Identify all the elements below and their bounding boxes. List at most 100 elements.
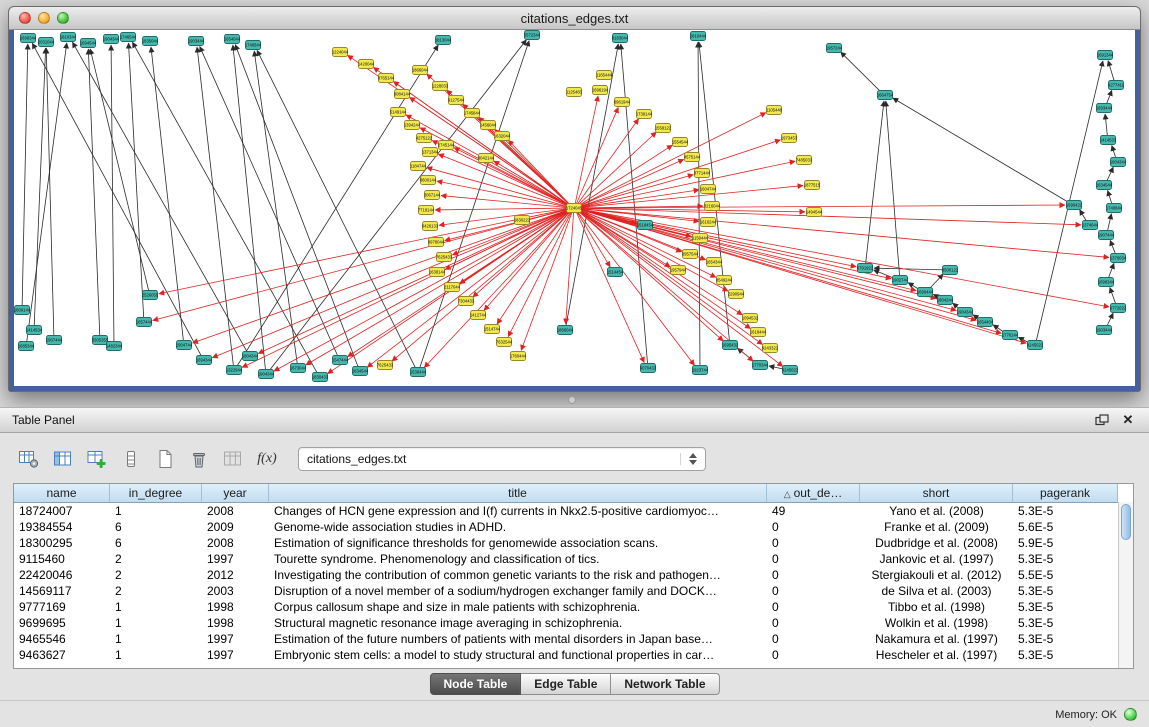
graph-node[interactable]: 1904744: [176, 341, 193, 350]
graph-node[interactable]: 1412744: [470, 311, 487, 320]
table-row[interactable]: 1456911722003Disruption of a novel membe…: [14, 583, 1133, 599]
graph-node[interactable]: 1696194: [592, 86, 609, 95]
graph-node[interactable]: 1618444: [750, 328, 767, 337]
graph-node[interactable]: 1394244: [404, 121, 421, 130]
graph-node[interactable]: 1866044: [557, 326, 574, 335]
table-options-button[interactable]: [16, 447, 42, 471]
graph-node[interactable]: 1813044: [435, 36, 452, 45]
table-row[interactable]: 1830029562008Estimation of significance …: [14, 535, 1133, 551]
graph-node[interactable]: 1322944: [226, 366, 243, 375]
table-row[interactable]: 911546021997Tourette syndrome. Phenomeno…: [14, 551, 1133, 567]
graph-node[interactable]: 1907444: [46, 336, 63, 345]
graph-node[interactable]: 1654044: [224, 35, 241, 44]
graph-node[interactable]: 2290944: [728, 290, 745, 299]
close-window-button[interactable]: [19, 12, 31, 24]
tab-edge-table[interactable]: Edge Table: [521, 673, 611, 695]
graph-node[interactable]: 9978044: [428, 238, 445, 247]
minimize-window-button[interactable]: [38, 12, 50, 24]
graph-node[interactable]: 1518454: [637, 221, 654, 230]
graph-node[interactable]: 1371344: [422, 148, 439, 157]
graph-node[interactable]: 7304433: [458, 297, 475, 306]
graph-node[interactable]: 6961944: [614, 98, 631, 107]
graph-node[interactable]: 1414534: [26, 326, 43, 335]
graph-node[interactable]: 7625433: [377, 361, 394, 370]
close-panel-button[interactable]: ✕: [1119, 412, 1137, 428]
graph-node[interactable]: 1420044: [358, 60, 375, 69]
graph-node[interactable]: 1654404: [977, 318, 994, 327]
graph-node[interactable]: 6070433: [640, 364, 657, 373]
graph-node[interactable]: 1693444: [1096, 104, 1113, 113]
graph-node[interactable]: 7625433: [436, 253, 453, 262]
column-header-pagerank[interactable]: pagerank: [1013, 484, 1118, 503]
graph-node[interactable]: 1903444: [1096, 326, 1113, 335]
table-selector-combo[interactable]: citations_edges.txt: [298, 447, 706, 471]
graph-node[interactable]: 1228033: [432, 82, 449, 91]
graph-node[interactable]: 1691344: [1097, 51, 1114, 60]
graph-node[interactable]: 1554544: [672, 138, 689, 147]
show-columns-button[interactable]: [50, 447, 76, 471]
graph-node[interactable]: 1514744: [484, 325, 501, 334]
graph-node[interactable]: 1804344: [242, 352, 259, 361]
graph-node[interactable]: 3216044: [704, 202, 721, 211]
graph-node[interactable]: 1604744: [700, 185, 717, 194]
import-table-button[interactable]: [220, 447, 246, 471]
graph-node[interactable]: 1810344: [60, 33, 77, 42]
graph-node[interactable]: 9245022: [782, 366, 799, 375]
graph-node[interactable]: 1616244: [700, 218, 717, 227]
graph-node[interactable]: 1632044: [494, 132, 511, 141]
graph-node[interactable]: 1690422: [1066, 201, 1083, 210]
table-row[interactable]: 977716911998Corpus callosum shape and si…: [14, 599, 1133, 615]
graph-node[interactable]: 1830433: [312, 373, 329, 382]
graph-node[interactable]: 1904344: [957, 308, 974, 317]
graph-node[interactable]: 1694344: [196, 356, 213, 365]
column-header-title[interactable]: title: [269, 484, 767, 503]
scrollbar-thumb[interactable]: [1121, 504, 1131, 540]
graph-node[interactable]: 1634544: [352, 367, 369, 376]
graph-node[interactable]: 1664754: [877, 91, 894, 100]
graph-node[interactable]: 2117044: [444, 283, 461, 292]
graph-node[interactable]: 1547444: [332, 356, 349, 365]
graph-node[interactable]: 1634544: [1096, 181, 1113, 190]
tab-node-table[interactable]: Node Table: [429, 673, 521, 695]
graph-node[interactable]: 9245022: [1027, 341, 1044, 350]
function-builder-button[interactable]: f(x): [254, 447, 280, 471]
tab-network-table[interactable]: Network Table: [611, 673, 719, 695]
graph-node[interactable]: 1224044: [332, 48, 349, 57]
graph-node[interactable]: 1745844: [464, 109, 481, 118]
graph-node[interactable]: 1094532: [742, 314, 759, 323]
table-row[interactable]: 969969511998Structural magnetic resonanc…: [14, 615, 1133, 631]
graph-node[interactable]: 8765144: [378, 74, 395, 83]
graph-node[interactable]: 1105448: [766, 106, 783, 115]
graph-node[interactable]: 1760444: [510, 352, 527, 361]
graph-node[interactable]: 8549244: [716, 276, 733, 285]
graph-node[interactable]: 1698344: [1098, 278, 1115, 287]
graph-node[interactable]: 1125483: [566, 88, 583, 97]
column-header-in_degree[interactable]: in_degree: [110, 484, 202, 503]
delete-table-button[interactable]: [186, 447, 212, 471]
graph-node[interactable]: 6772022: [1110, 304, 1127, 313]
zoom-window-button[interactable]: [57, 12, 69, 24]
graph-node[interactable]: 1494544: [806, 208, 823, 217]
graph-node[interactable]: 1923744: [692, 366, 709, 375]
column-header-name[interactable]: name: [14, 484, 110, 503]
graph-node[interactable]: 1482344: [106, 342, 123, 351]
graph-node[interactable]: 1514454: [607, 268, 624, 277]
graph-node[interactable]: 7632544: [496, 338, 513, 347]
graph-node[interactable]: 1957244: [826, 44, 843, 53]
graph-node[interactable]: 1973453: [781, 134, 798, 143]
graph-node[interactable]: 1724045: [566, 204, 583, 213]
table-row[interactable]: 1872400712008Changes of HCN gene express…: [14, 503, 1133, 519]
graph-node[interactable]: 1902744: [892, 276, 909, 285]
graph-node[interactable]: 2031044: [38, 38, 55, 47]
table-row[interactable]: 2242004622012Investigating the contribut…: [14, 567, 1133, 583]
graph-node[interactable]: 7485033: [796, 156, 813, 165]
graph-node[interactable]: 8957544: [682, 250, 699, 259]
column-header-out_de[interactable]: △out_de…: [767, 484, 860, 503]
panel-resize-grip[interactable]: [568, 396, 576, 404]
graph-node[interactable]: 1804244: [937, 296, 954, 305]
graph-node[interactable]: 1414533: [1100, 136, 1117, 145]
graph-node[interactable]: 8771444: [694, 169, 711, 178]
graph-node[interactable]: 9084144: [394, 90, 411, 99]
graph-node[interactable]: 9277411: [1108, 81, 1125, 90]
graph-node[interactable]: 1694544: [80, 39, 97, 48]
